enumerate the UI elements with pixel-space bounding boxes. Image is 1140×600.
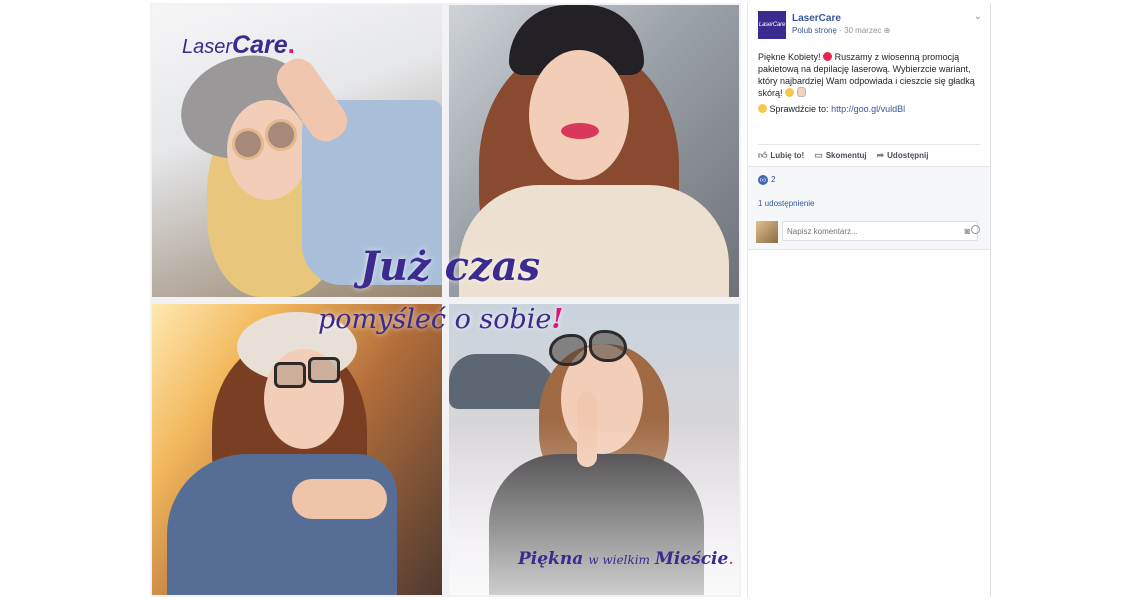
thumbs-up-icon: 👍︎ — [758, 149, 768, 160]
smile-emoji-icon — [785, 88, 795, 97]
share-icon: ➦ — [876, 149, 885, 160]
like-button[interactable]: 👍︎ Lubię to! — [758, 150, 804, 161]
tagline-word-2: Mieście — [655, 549, 729, 569]
post-header: LaserCare LaserCare Polub stronę · 30 ma… — [758, 11, 984, 41]
face — [529, 50, 629, 180]
like-reaction-icon: 👍︎ — [758, 175, 768, 185]
tagline-dot: . — [728, 549, 734, 569]
sunglasses-right — [265, 119, 297, 151]
post-text-paragraph: Piękne Kobiety! Ruszamy z wiosenną promo… — [758, 51, 982, 99]
headline-exclamation: ! — [551, 304, 564, 335]
sticker-icon[interactable] — [971, 225, 980, 234]
cateye-sunglasses-right — [589, 330, 627, 362]
post-text-link-line: Sprawdźcie to: http://goo.gl/vuldBl — [758, 103, 982, 115]
glasses-left — [274, 362, 306, 388]
tagline: Piękna w wielkim Mieście. — [518, 549, 734, 569]
post-link[interactable]: http://goo.gl/vuldBl — [831, 104, 905, 114]
post-date[interactable]: 30 marzec — [844, 26, 881, 35]
share-label: Udostępnij — [887, 150, 929, 160]
headline-line-2: pomyśleć o sobie! — [318, 304, 563, 335]
chevron-down-icon[interactable]: ⌄ — [974, 11, 982, 22]
tagline-middle: w wielkim — [588, 553, 650, 567]
reactions-row: 👍︎ 2 — [748, 166, 990, 194]
post-body: Piękne Kobiety! Ruszamy z wiosenną promo… — [758, 51, 982, 115]
logo-dot: . — [287, 29, 295, 59]
comment-button[interactable]: ▭ Skomentuj — [814, 150, 866, 161]
comment-label: Skomentuj — [825, 150, 867, 160]
headline-line-2-text: pomyśleć o sobie — [318, 304, 552, 335]
globe-icon: ⊕ — [883, 26, 891, 35]
likes-count[interactable]: 2 — [771, 175, 775, 184]
post-actions: 👍︎ Lubię to! ▭ Skomentuj ➦ Udostępnij — [758, 144, 980, 165]
lips-emoji-icon — [823, 52, 833, 61]
shares-count-link[interactable]: 1 udostępnienie — [758, 199, 815, 208]
promo-image[interactable]: LaserCare. Już czas pomyśleć o sobie! Pi… — [150, 3, 741, 597]
sunglasses-left — [232, 128, 264, 160]
headline-line-1: Już czas — [360, 243, 541, 290]
shares-row: 1 udostępnienie — [748, 193, 990, 216]
hand-emoji-icon — [796, 87, 806, 97]
pointing-emoji-icon — [758, 104, 767, 113]
screenshot: LaserCare. Już czas pomyśleć o sobie! Pi… — [0, 0, 1140, 600]
page-avatar[interactable]: LaserCare — [758, 11, 786, 39]
smile — [561, 123, 599, 139]
logo-laser: Laser — [182, 36, 233, 58]
user-avatar[interactable] — [756, 221, 778, 243]
lasercare-logo: LaserCare. — [182, 29, 295, 60]
meta-separator: · — [839, 26, 842, 35]
post-meta: Polub stronę · 30 marzec ⊕ — [792, 26, 890, 35]
link-prefix: Sprawdźcie to: — [769, 104, 829, 114]
post-text-part-1: Piękne Kobiety! — [758, 52, 821, 62]
comment-input[interactable] — [782, 221, 978, 241]
page-name-link[interactable]: LaserCare — [792, 13, 841, 24]
comment-composer: ◙ — [748, 215, 990, 250]
denim-jacket — [167, 454, 397, 595]
arm — [292, 479, 387, 519]
logo-care: Care — [232, 31, 288, 59]
like-page-link[interactable]: Polub stronę — [792, 26, 837, 35]
camera-icon[interactable]: ◙ — [965, 226, 970, 236]
like-label: Lubię to! — [770, 150, 805, 160]
photo-bottom-left — [152, 304, 442, 595]
tagline-word-1: Piękna — [518, 549, 584, 569]
share-button[interactable]: ➦ Udostępnij — [877, 150, 929, 161]
cateye-sunglasses-left — [549, 334, 587, 366]
facebook-post-panel: LaserCare LaserCare Polub stronę · 30 ma… — [747, 3, 991, 597]
comment-icon: ▭ — [814, 149, 823, 160]
glasses-right — [308, 357, 340, 383]
